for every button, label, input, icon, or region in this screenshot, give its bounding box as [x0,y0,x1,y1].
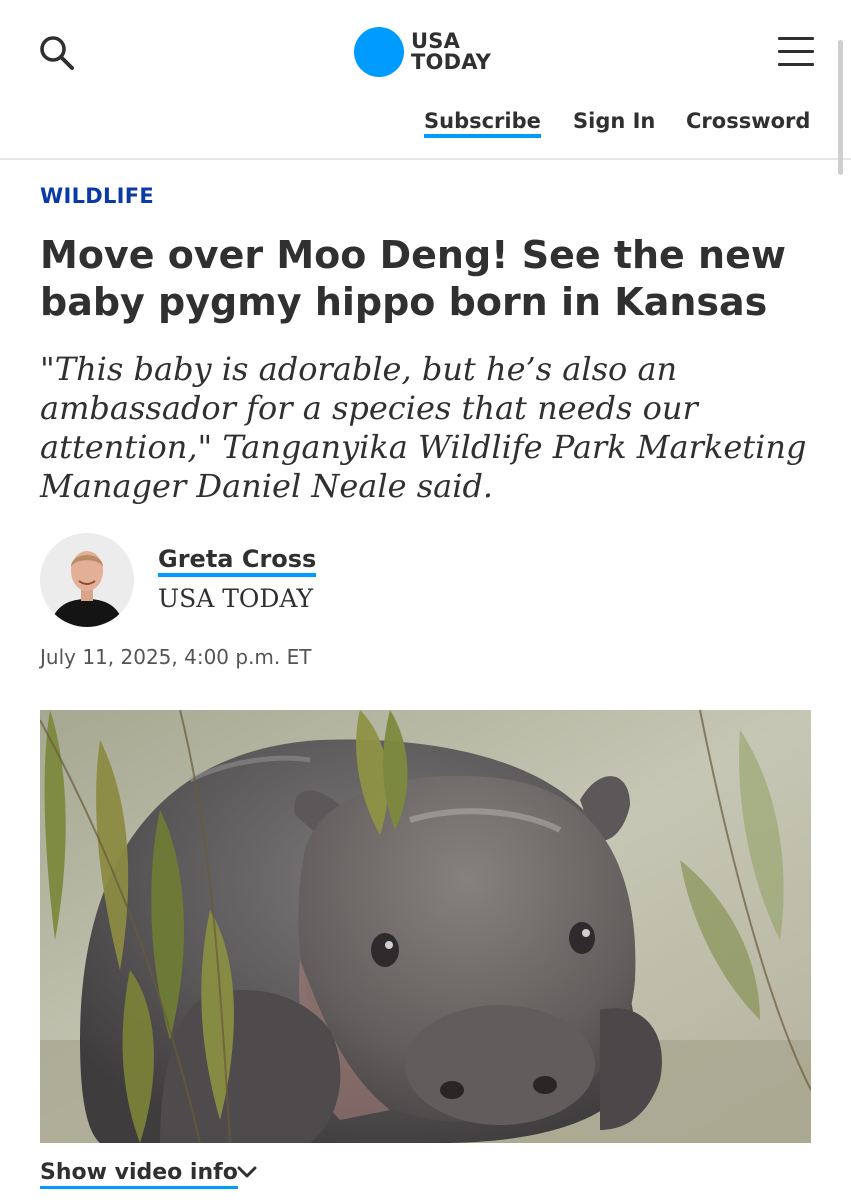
search-icon[interactable] [36,32,78,74]
author-name-link[interactable]: Greta Cross [158,545,317,577]
show-video-info-link[interactable]: Show video info [40,1160,238,1189]
usa-today-logo[interactable]: USA TODAY [354,27,491,77]
hero-image-baby-pygmy-hippo[interactable] [40,710,811,1143]
author-organization: USA TODAY [158,584,313,613]
logo-text-usa: USA [411,29,461,53]
chevron-down-icon[interactable] [236,1163,258,1181]
logo-text-today: TODAY [411,50,492,74]
publish-date: July 11, 2025, 4:00 p.m. ET [40,645,312,669]
hamburger-menu-icon[interactable] [776,35,816,69]
scrollbar[interactable] [838,40,843,175]
subscribe-link[interactable]: Subscribe [424,109,541,138]
headline: Move over Moo Deng! See the new baby pyg… [40,233,786,324]
crossword-link[interactable]: Crossword [686,109,810,133]
article-dek: "This baby is adorable, but he’s also an… [40,350,807,505]
logo-dot [354,27,404,77]
sign-in-link[interactable]: Sign In [573,109,655,133]
section-label[interactable]: WILDLIFE [40,184,154,208]
site-header: USA TODAY Subscribe Sign In Crossword [0,0,851,160]
author-avatar[interactable] [40,533,134,627]
